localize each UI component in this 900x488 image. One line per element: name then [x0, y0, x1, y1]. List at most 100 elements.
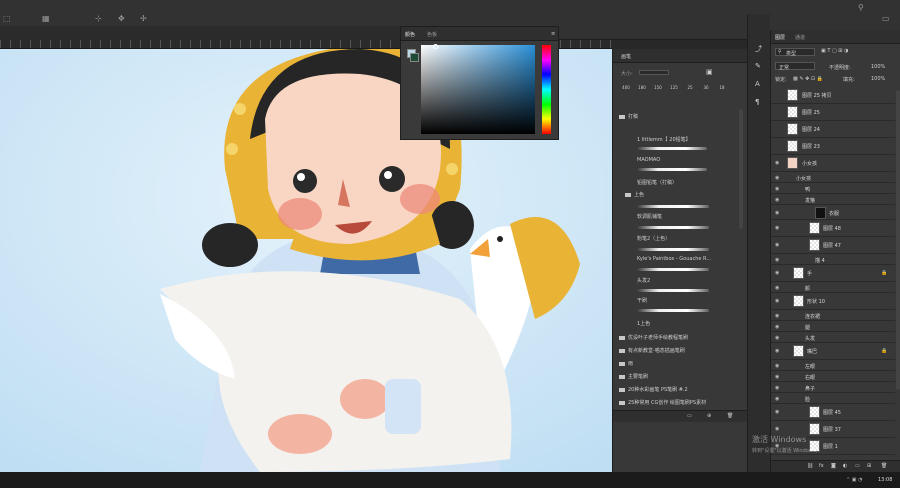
layer-row[interactable]: 图层 24	[771, 121, 895, 138]
brush-folder[interactable]: 优设叶子老师手绘教程笔刷	[619, 334, 741, 341]
layer-row[interactable]: ◉ 手 🔒	[771, 265, 895, 282]
visibility-eye-icon[interactable]: ◉	[775, 396, 779, 402]
layer-group-row[interactable]: ◉ 小女孩	[771, 172, 895, 183]
visibility-eye-icon[interactable]: ◉	[775, 225, 779, 231]
visibility-eye-icon[interactable]: ◉	[775, 335, 779, 341]
background-color-swatch[interactable]	[410, 53, 419, 62]
link-layers-icon[interactable]: ⛓	[807, 463, 813, 469]
search-icon[interactable]: ⚲	[858, 3, 864, 12]
tool-preset-icon[interactable]: ⬚	[3, 14, 11, 23]
distribute-icon[interactable]: ⊹	[95, 14, 102, 23]
tab-layers[interactable]: 图层	[775, 34, 785, 41]
visibility-eye-icon[interactable]: ◉	[775, 426, 779, 432]
layer-filter[interactable]: ⚲ 类型	[775, 48, 815, 57]
filter-toggle-icon[interactable]: ▣ T ▢ ⊞ ◑	[821, 48, 848, 54]
brush-item[interactable]: 粉笔2（上色）	[637, 235, 757, 242]
visibility-eye-icon[interactable]: ◉	[775, 197, 779, 203]
history-icon[interactable]: ⤴	[755, 44, 762, 54]
layer-row[interactable]: 图层 25	[771, 104, 895, 121]
brush-group-color[interactable]: 上色	[625, 191, 747, 198]
size-slider[interactable]	[639, 70, 669, 75]
align-icon[interactable]: ▦	[42, 14, 50, 23]
layer-group-row[interactable]: ◉ 发箍	[771, 194, 895, 205]
visibility-eye-icon[interactable]: ◉	[775, 324, 779, 330]
delete-layer-icon[interactable]: 🗑	[881, 463, 887, 469]
layer-row[interactable]: ◉ 图层 47	[771, 237, 895, 254]
brush-item[interactable]: 头发2	[637, 277, 757, 284]
visibility-eye-icon[interactable]: ◉	[775, 348, 779, 354]
visibility-eye-icon[interactable]: ◉	[775, 242, 779, 248]
layer-group-row[interactable]: ◉ 脸	[771, 393, 895, 404]
layer-group-row[interactable]: ◉ 右眼	[771, 371, 895, 382]
brush-folder[interactable]: 雨	[619, 360, 741, 367]
visibility-eye-icon[interactable]: ◉	[775, 313, 779, 319]
visibility-eye-icon[interactable]: ◉	[775, 298, 779, 304]
preset-size-4[interactable]: 125	[667, 85, 681, 90]
delete-icon[interactable]: 🗑	[727, 413, 733, 419]
paragraph-icon[interactable]: ¶	[755, 98, 759, 106]
brush-folder[interactable]: 25种常用 CG创作 绘图笔刷PS素材	[619, 399, 741, 406]
visibility-eye-icon[interactable]: ◉	[775, 210, 779, 216]
brush-group-draft[interactable]: 打稿	[619, 113, 741, 120]
tab-brushes[interactable]: 画笔	[621, 53, 631, 60]
brush-folder[interactable]: 主要笔刷	[619, 373, 741, 380]
tab-swatches[interactable]: 色板	[427, 31, 437, 38]
visibility-eye-icon[interactable]: ◉	[775, 175, 779, 181]
character-icon[interactable]: A	[755, 80, 760, 88]
layer-row[interactable]: ◉ 形状 10	[771, 293, 895, 310]
layer-group-row[interactable]: ◉ 头发	[771, 332, 895, 343]
layer-group-row[interactable]: ◉ 左眼	[771, 360, 895, 371]
color-picker-ring[interactable]	[433, 44, 438, 49]
layer-list[interactable]: 图层 25 拷贝 图层 25 图层 24 图层 23 ◉ 小女孩 ◉ 小女孩 ◉ 鸭 …	[771, 87, 895, 457]
layer-row[interactable]: 图层 23	[771, 138, 895, 155]
layer-group-row[interactable]: ◉ 颜	[771, 282, 895, 293]
new-group-icon[interactable]: ▭	[687, 413, 692, 419]
layer-group-row[interactable]: ◉ 鸭	[771, 183, 895, 194]
layer-row[interactable]: ◉ 图层 48	[771, 220, 895, 237]
visibility-eye-icon[interactable]: ◉	[775, 385, 779, 391]
visibility-eye-icon[interactable]: ◉	[775, 257, 779, 263]
color-spectrum[interactable]	[421, 45, 535, 134]
tab-color[interactable]: 颜色	[405, 31, 415, 38]
brush-scrollbar[interactable]	[739, 109, 743, 229]
add-mask-icon[interactable]: ◙	[831, 463, 836, 469]
panel-menu-icon[interactable]: ≡	[551, 31, 555, 37]
blend-mode-select[interactable]: 正常	[775, 62, 815, 71]
new-group-icon[interactable]: ▭	[855, 463, 860, 469]
visibility-eye-icon[interactable]: ◉	[775, 374, 779, 380]
tab-channels[interactable]: 通道	[795, 34, 805, 41]
preset-size-3[interactable]: 150	[651, 85, 665, 90]
adjustment-icon[interactable]: ◐	[843, 463, 847, 469]
brush-folder[interactable]: 20种水彩画笔 PS笔刷 #.2	[619, 386, 741, 393]
layer-group-row[interactable]: ◉ 腿	[771, 321, 895, 332]
preset-size-6[interactable]: 30	[699, 85, 713, 90]
preset-size-2[interactable]: 180	[635, 85, 649, 90]
layer-row[interactable]: ◉ 图层 45	[771, 404, 895, 421]
preset-size-7[interactable]: 18	[715, 85, 729, 90]
layers-scrollbar[interactable]	[896, 90, 900, 390]
hue-slider[interactable]	[542, 45, 551, 134]
layer-row[interactable]: ◉ 嘴巴 🔒	[771, 343, 895, 360]
layer-group-row[interactable]: ◉ 鼻子	[771, 382, 895, 393]
new-layer-icon[interactable]: ⊞	[867, 463, 871, 469]
layer-group-row[interactable]: ◉ 连衣裙	[771, 310, 895, 321]
layer-group-row[interactable]: ◉ 衣服	[771, 205, 895, 220]
preset-strip[interactable]: 400 180 150 125 25 30 18	[619, 85, 737, 103]
tray-icons[interactable]: ⌃ ▣ ◔	[846, 477, 862, 483]
mode-3d-icon[interactable]: ✢	[140, 14, 147, 23]
fill-value[interactable]: 100%	[871, 76, 885, 82]
brush-folder[interactable]: 有点新教堂-喵态插画笔刷	[619, 347, 741, 354]
brush-panel[interactable]: 画笔 大小: ▣ 400 180 150 125 25 30 18 打稿 1 l…	[612, 49, 748, 472]
layer-row[interactable]: ◉ 小女孩	[771, 155, 895, 172]
visibility-eye-icon[interactable]: ◉	[775, 160, 779, 166]
layer-row[interactable]: 图层 25 拷贝	[771, 87, 895, 104]
new-brush-icon[interactable]: ⊕	[707, 413, 711, 419]
visibility-eye-icon[interactable]: ◉	[775, 409, 779, 415]
brush-item[interactable]: 干刷	[637, 297, 757, 304]
brush-settings-icon[interactable]: ✎	[755, 62, 761, 70]
visibility-eye-icon[interactable]: ◉	[775, 186, 779, 192]
preset-size-5[interactable]: 25	[683, 85, 697, 90]
layers-panel[interactable]: 图层 通道 ⚲ 类型 ▣ T ▢ ⊞ ◑ 正常 不透明度: 100% 锁定: ▩…	[770, 30, 900, 472]
layer-group-row[interactable]: ◉ 描 4	[771, 254, 895, 265]
clock[interactable]: 13:08	[878, 477, 892, 483]
